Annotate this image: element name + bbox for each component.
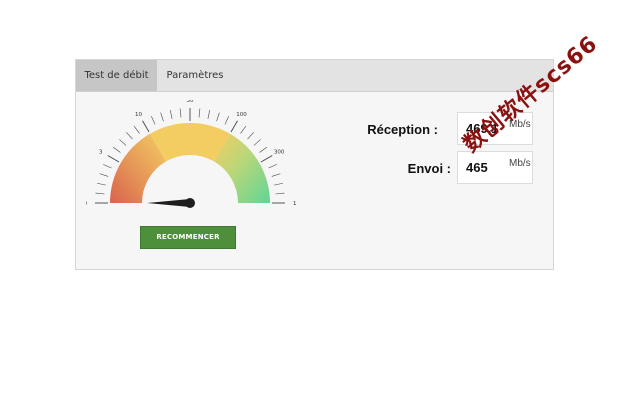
gauge-tick-label: 10 xyxy=(135,112,142,118)
tab-speed-test[interactable]: Test de débit xyxy=(76,60,157,91)
gauge-tick-label: 0 xyxy=(86,201,88,207)
gauge-minor-tick xyxy=(274,182,283,186)
gauge-minor-tick xyxy=(99,173,109,177)
gauge-minor-tick xyxy=(119,139,127,146)
gauge-minor-tick xyxy=(240,125,247,134)
tab-bar: Test de débit Paramètres xyxy=(76,60,553,92)
gauge-minor-tick xyxy=(95,192,105,195)
gauge-minor-tick xyxy=(103,164,112,169)
gauge-tick-label: 3 xyxy=(99,150,103,156)
gauge-major-tick xyxy=(107,155,120,163)
gauge-minor-tick xyxy=(207,110,211,119)
gauge-tick-label: 30 xyxy=(187,100,194,104)
gauge-major-tick xyxy=(260,155,273,163)
gauge-minor-tick xyxy=(133,125,140,134)
gauge-tick-label: 100 xyxy=(236,112,247,118)
gauge-minor-tick xyxy=(224,116,229,125)
gauge-minor-tick xyxy=(160,112,164,122)
gauge-minor-tick xyxy=(253,139,261,146)
gauge-minor-tick xyxy=(126,132,133,140)
gauge-minor-tick xyxy=(179,108,182,118)
gauge-minor-tick xyxy=(275,192,285,195)
gauge-svg: 0 3 10 30 100 300 1000 xyxy=(86,100,296,208)
speed-gauge: 0 3 10 30 100 300 1000 xyxy=(86,100,296,220)
gauge-minor-tick xyxy=(259,146,268,153)
gauge-tick-label: 300 xyxy=(274,150,285,156)
gauge-minor-tick xyxy=(216,112,220,122)
gauge-minor-tick xyxy=(112,146,121,153)
gauge-minor-tick xyxy=(169,110,173,119)
gauge-minor-tick xyxy=(151,116,156,125)
gauge-minor-tick xyxy=(268,164,277,169)
gauge-minor-tick xyxy=(247,132,254,140)
upload-unit: Mb/s xyxy=(509,158,531,169)
gauge-tick-label: 1000 xyxy=(293,201,296,207)
gauge-minor-tick xyxy=(198,108,201,118)
speedtest-panel: Test de débit Paramètres 0 3 10 30 100 300 100… xyxy=(75,59,554,270)
gauge-minor-tick xyxy=(97,182,106,186)
tab-settings[interactable]: Paramètres xyxy=(157,60,233,91)
upload-value: 465 xyxy=(466,160,488,175)
gauge-needle xyxy=(147,199,190,207)
gauge-major-tick xyxy=(142,120,150,133)
reception-label: Réception : xyxy=(367,122,438,137)
gauge-major-tick xyxy=(230,120,238,133)
upload-label: Envoi : xyxy=(407,161,451,176)
gauge-needle-hub xyxy=(185,198,195,208)
gauge-minor-tick xyxy=(271,173,281,177)
restart-button[interactable]: RECOMMENCER xyxy=(140,226,236,249)
upload-value-box: 465 Mb/s xyxy=(457,151,533,184)
